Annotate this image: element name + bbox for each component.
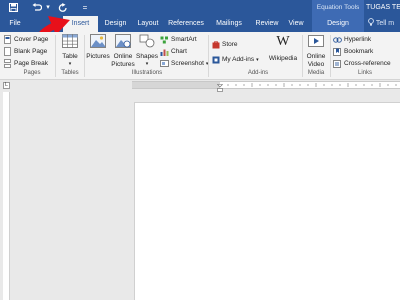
online-picture-icon <box>115 34 131 48</box>
group-separator <box>84 35 85 77</box>
online-pictures-button[interactable]: Online Pictures <box>111 34 135 69</box>
store-label: Store <box>222 41 238 48</box>
pictures-label: Pictures <box>86 53 110 60</box>
shapes-label: Shapes <box>136 53 159 60</box>
online-video-label-2: Video <box>307 61 325 68</box>
picture-icon <box>90 34 106 48</box>
chart-label: Chart <box>171 48 187 55</box>
cross-reference-label: Cross-reference <box>344 60 391 67</box>
page-break-icon <box>4 59 11 68</box>
hyperlink-icon <box>333 36 342 43</box>
table-icon <box>62 34 78 48</box>
bookmark-button[interactable]: Bookmark <box>333 46 373 57</box>
document-page[interactable] <box>134 102 400 300</box>
screenshot-icon <box>160 59 169 67</box>
group-label-pages: Pages <box>23 70 41 76</box>
hyperlink-button[interactable]: Hyperlink <box>333 34 371 45</box>
smartart-button[interactable]: SmartArt <box>160 34 197 45</box>
cover-page-icon <box>4 35 11 44</box>
chevron-down-icon: ▾ <box>68 61 72 67</box>
smartart-label: SmartArt <box>171 36 197 43</box>
page-break-button[interactable]: Page Break <box>4 58 48 69</box>
page-break-label: Page Break <box>14 60 48 67</box>
group-separator <box>330 35 331 77</box>
tab-selector[interactable]: L <box>3 82 10 89</box>
wikipedia-label: Wikipedia <box>268 55 298 62</box>
online-video-label-1: Online <box>306 53 326 60</box>
indent-marker-icon[interactable] <box>217 84 223 92</box>
my-addins-button[interactable]: My Add-ins ▾ <box>212 54 259 65</box>
online-video-button[interactable]: Online Video <box>304 34 328 69</box>
group-label-links: Links <box>357 70 372 76</box>
table-label: Table <box>62 53 78 60</box>
online-video-icon <box>308 35 324 47</box>
blank-page-icon <box>4 47 11 56</box>
cover-page-label: Cover Page <box>14 36 49 43</box>
my-addins-icon <box>212 56 220 63</box>
online-pictures-label-1: Online <box>113 53 133 60</box>
group-label-illustrations: Illustrations <box>131 70 163 76</box>
cross-reference-icon <box>333 59 341 68</box>
chart-icon <box>160 49 169 56</box>
cross-reference-button[interactable]: Cross-reference <box>333 58 391 69</box>
screenshot-label: Screenshot <box>171 60 204 67</box>
screenshot-button[interactable]: Screenshot ▾ <box>160 58 208 69</box>
my-addins-label: My Add-ins <box>222 56 255 63</box>
chart-button[interactable]: Chart <box>160 46 187 57</box>
group-label-tables: Tables <box>61 70 79 76</box>
group-label-media: Media <box>307 70 325 76</box>
group-separator <box>55 35 56 77</box>
smartart-icon <box>160 36 168 43</box>
bookmark-label: Bookmark <box>344 48 374 55</box>
shapes-button[interactable]: Shapes ▾ <box>136 34 158 67</box>
cover-page-button[interactable]: Cover Page <box>4 34 48 45</box>
ribbon-insert: Cover Page Blank Page Page Break Pages T… <box>0 32 400 80</box>
wikipedia-button[interactable]: W Wikipedia <box>266 35 300 63</box>
chevron-down-icon: ▾ <box>256 56 259 63</box>
group-separator <box>302 35 303 77</box>
chevron-down-icon: ▾ <box>145 61 149 67</box>
store-button[interactable]: Store <box>212 39 238 50</box>
store-icon <box>212 40 220 48</box>
vertical-ruler[interactable] <box>3 92 10 300</box>
group-label-addins: Add-ins <box>247 70 269 76</box>
shapes-icon <box>139 34 155 48</box>
wikipedia-icon: W <box>276 34 290 49</box>
group-separator <box>208 35 209 77</box>
hyperlink-label: Hyperlink <box>344 36 372 43</box>
bookmark-icon <box>333 47 341 56</box>
online-pictures-label-2: Pictures <box>111 61 135 68</box>
blank-page-button[interactable]: Blank Page <box>4 46 47 57</box>
pictures-button[interactable]: Pictures <box>86 34 110 61</box>
blank-page-label: Blank Page <box>14 48 48 55</box>
table-button[interactable]: Table ▾ <box>58 34 82 67</box>
ruler-margin <box>132 82 220 88</box>
